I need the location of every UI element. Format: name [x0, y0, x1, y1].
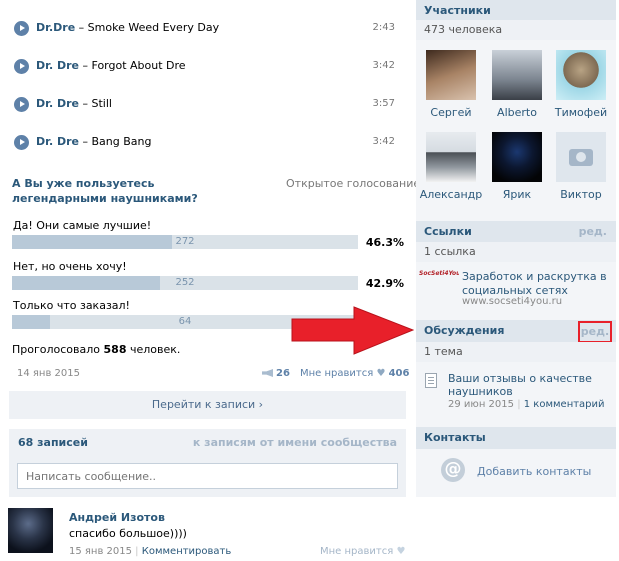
- play-icon[interactable]: [14, 21, 29, 36]
- track-2[interactable]: Dr. Dre – Forgot About Dre 3:42: [10, 48, 405, 86]
- member-photo: [556, 132, 606, 182]
- discussion-meta: 29 июн 2015 | 1 комментарий: [448, 399, 605, 410]
- wall-count: 68 записей: [18, 436, 88, 449]
- add-contacts-link[interactable]: Добавить контакты: [477, 465, 591, 478]
- contacts-header[interactable]: Контакты: [416, 427, 616, 449]
- chevron-right-icon: ›: [258, 398, 264, 411]
- red-arrow-annotation: [291, 306, 414, 355]
- comment-like-button[interactable]: Мне нравится ♥: [320, 546, 405, 557]
- member[interactable]: Alberto: [482, 50, 552, 119]
- member-photo: [426, 50, 476, 100]
- member[interactable]: Сергей: [416, 50, 486, 119]
- megaphone-icon: [262, 369, 273, 377]
- poll-option-bar[interactable]: 252: [12, 276, 358, 290]
- post-date[interactable]: 14 янв 2015: [17, 368, 80, 379]
- member-photo: [556, 50, 606, 100]
- comment-date: 15 янв 2015 | Комментировать: [69, 546, 232, 557]
- like-button[interactable]: Мне нравится ♥ 406: [300, 368, 409, 379]
- member-photo: [492, 132, 542, 182]
- track-artist[interactable]: Dr.Dre: [36, 21, 75, 34]
- link-url: www.socseti4you.ru: [462, 296, 563, 307]
- reply-link[interactable]: Комментировать: [142, 546, 232, 557]
- poll-total: Проголосовало 588 человек.: [12, 343, 181, 356]
- poll-option-percent: 42.9%: [365, 277, 404, 290]
- comment-text: спасибо большое)))): [69, 527, 187, 540]
- members-count[interactable]: 473 человека: [416, 20, 616, 40]
- repost-button[interactable]: 26: [262, 368, 290, 379]
- discussions-edit-link[interactable]: ред.: [578, 321, 612, 343]
- wall-post-input[interactable]: [17, 463, 398, 489]
- poll-question: А Вы уже пользуетесь легендарными наушни…: [12, 177, 198, 205]
- discussion-title[interactable]: Ваши отзывы о качестве наушников: [448, 372, 608, 398]
- link-logo[interactable]: SocSeti4You: [419, 270, 459, 286]
- track-duration: 2:43: [372, 22, 395, 33]
- poll-option-label: Только что заказал!: [13, 299, 130, 312]
- track-artist[interactable]: Dr. Dre: [36, 59, 79, 72]
- link-title[interactable]: Заработок и раскрутка в социальных сетях: [462, 270, 612, 298]
- comment-author[interactable]: Андрей Изотов: [69, 511, 165, 524]
- go-to-post-button[interactable]: Перейти к записи ›: [9, 391, 406, 419]
- track-duration: 3:57: [372, 98, 395, 109]
- play-icon[interactable]: [14, 97, 29, 112]
- play-icon[interactable]: [14, 135, 29, 150]
- links-count: 1 ссылка: [416, 242, 616, 262]
- track-title: – Smoke Weed Every Day: [75, 21, 220, 34]
- track-4[interactable]: Dr. Dre – Bang Bang 3:42: [10, 124, 405, 162]
- avatar[interactable]: [8, 508, 53, 553]
- heart-icon: ♥: [396, 546, 406, 557]
- member-photo: [426, 132, 476, 182]
- track-title: – Forgot About Dre: [79, 59, 186, 72]
- links-header[interactable]: Ссылки ред.: [416, 221, 616, 243]
- play-icon[interactable]: [14, 59, 29, 74]
- poll-option-votes: 272: [175, 236, 195, 247]
- links-edit-link[interactable]: ред.: [579, 221, 607, 243]
- track-3[interactable]: Dr. Dre – Still 3:57: [10, 86, 405, 124]
- track-title: – Still: [79, 97, 112, 110]
- member-photo: [492, 50, 542, 100]
- to-community-posts-link[interactable]: к записям от имени сообщества: [193, 436, 397, 449]
- track-duration: 3:42: [372, 60, 395, 71]
- poll-option-percent: 46.3%: [365, 236, 404, 249]
- poll-option-label: Нет, но очень хочу!: [13, 260, 127, 273]
- at-sign-icon: @: [441, 458, 465, 482]
- poll-type: Открытое голосование: [286, 177, 421, 190]
- track-artist[interactable]: Dr. Dre: [36, 97, 79, 110]
- wall-header: 68 записей к записям от имени сообщества: [9, 429, 406, 497]
- member[interactable]: Тимофей: [546, 50, 616, 119]
- member[interactable]: Виктор: [546, 132, 616, 201]
- poll-option-votes: 252: [175, 277, 195, 288]
- track-1[interactable]: Dr.Dre – Smoke Weed Every Day 2:43: [10, 10, 405, 48]
- poll-option-bar[interactable]: 272: [12, 235, 358, 249]
- track-artist[interactable]: Dr. Dre: [36, 135, 79, 148]
- heart-icon: ♥: [376, 368, 386, 379]
- member[interactable]: Ярик: [482, 132, 552, 201]
- track-title: – Bang Bang: [79, 135, 152, 148]
- members-header[interactable]: Участники: [416, 0, 616, 22]
- discussions-count: 1 тема: [416, 342, 616, 362]
- member[interactable]: Александр: [416, 132, 486, 201]
- track-duration: 3:42: [372, 136, 395, 147]
- poll-option-label: Да! Они самые лучшие!: [13, 219, 152, 232]
- document-icon: [425, 373, 437, 388]
